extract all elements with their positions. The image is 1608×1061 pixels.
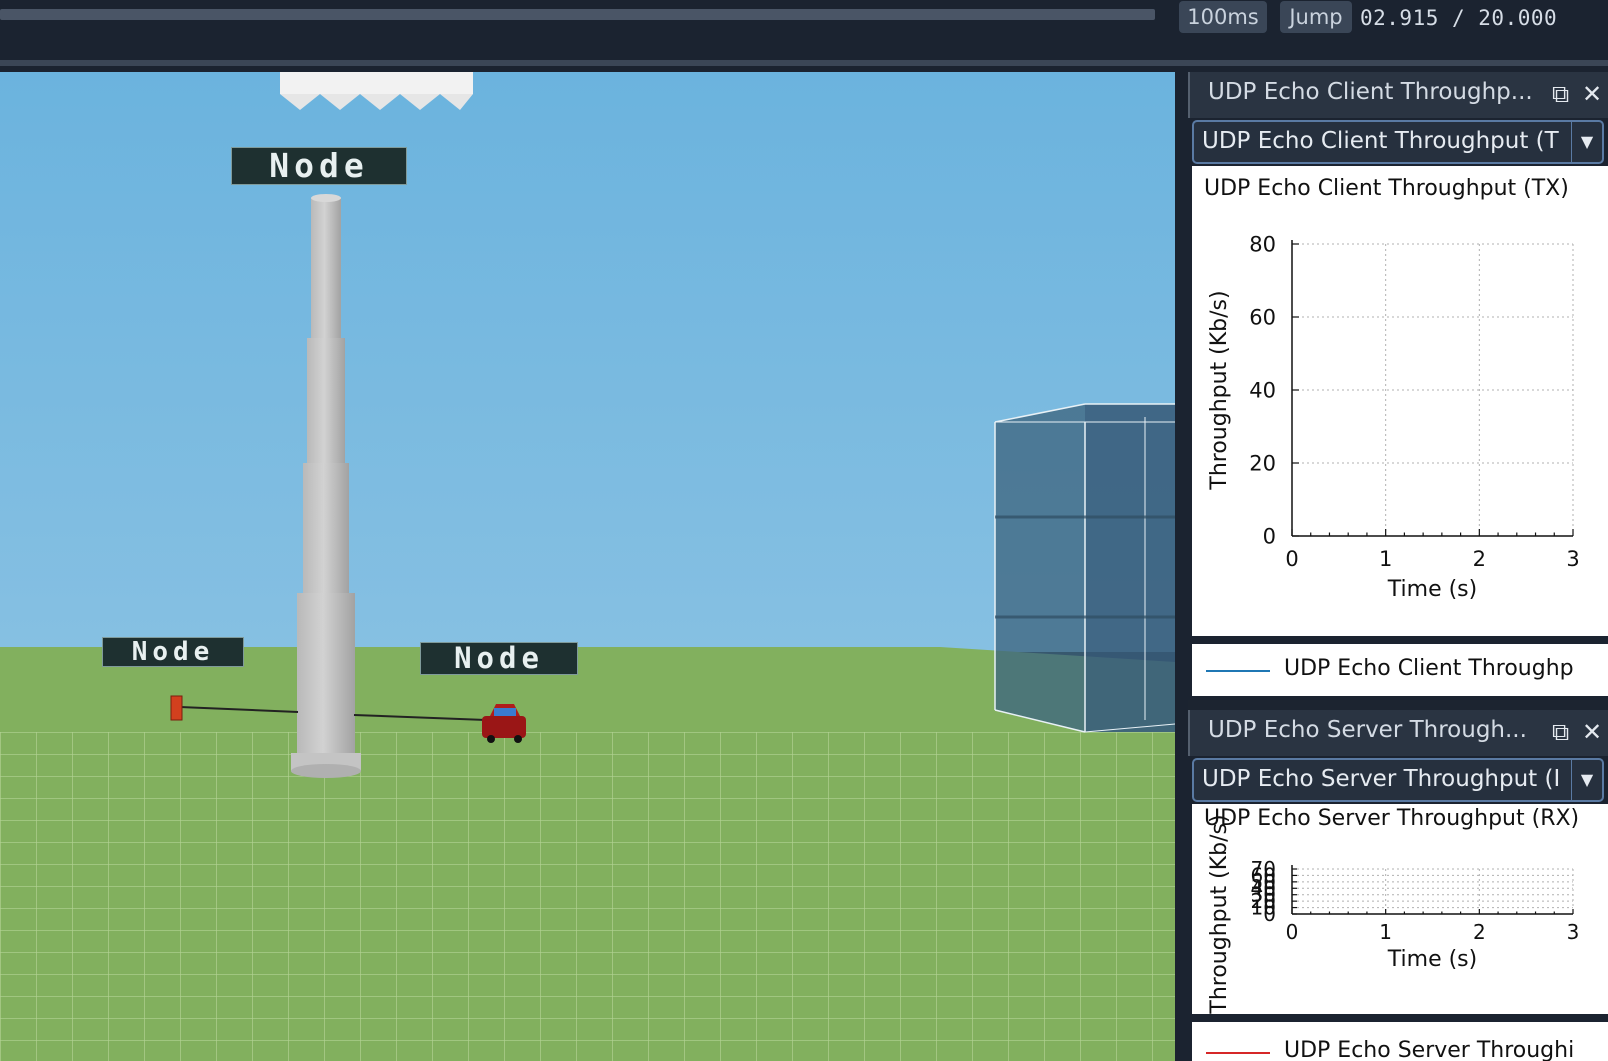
x-tick-label: 2	[1473, 920, 1486, 944]
building	[994, 403, 1175, 733]
dock-splitter[interactable]	[1175, 72, 1188, 1061]
legend-swatch	[1206, 670, 1270, 672]
y-tick-label: 0	[1263, 524, 1276, 548]
float-icon[interactable]: ⧉	[1552, 80, 1569, 108]
x-tick-label: 3	[1567, 920, 1580, 944]
x-axis-label: Time (s)	[1387, 577, 1477, 602]
scene-canvas[interactable]	[0, 72, 1175, 1061]
timeline-slider[interactable]	[0, 9, 1155, 20]
legend-label: UDP Echo Server Throughi	[1284, 1038, 1575, 1061]
legend-label: UDP Echo Client Throughp	[1284, 656, 1574, 681]
jump-button[interactable]: Jump	[1280, 1, 1352, 33]
panel-title: UDP Echo Server Through...	[1208, 717, 1527, 743]
x-tick-label: 0	[1286, 920, 1299, 944]
chevron-down-icon[interactable]: ▼	[1571, 122, 1602, 162]
close-icon[interactable]: ✕	[1582, 80, 1602, 108]
x-tick-label: 2	[1473, 547, 1486, 571]
x-tick-label: 3	[1566, 547, 1579, 571]
y-axis-label: Throughput (Kb/s)	[1207, 814, 1232, 1014]
y-tick-label: 20	[1249, 451, 1276, 475]
playback-toolbar: 100ms Jump 02.915 / 20.000	[0, 0, 1608, 72]
x-tick-label: 1	[1379, 920, 1392, 944]
toolbar-separator	[0, 60, 1608, 66]
y-axis-label: Throughput (Kb/s)	[1207, 290, 1232, 490]
throughput-chart: 0 1 2 3 0 20 40 60 80 Time (s) Throughput (Kb/s)	[1207, 232, 1580, 602]
server-throughput-panel: UDP Echo Server Through... ⧉ ✕ UDP Echo …	[1188, 710, 1608, 1061]
legend: UDP Echo Server Throughi	[1192, 1022, 1608, 1061]
legend: UDP Echo Client Throughp	[1192, 644, 1608, 696]
y-tick-label: 40	[1249, 378, 1276, 402]
plot-area: UDP Echo Client Throughput (TX) 0 1 2 3 0 20 4…	[1192, 166, 1608, 636]
throughput-chart: 0 1 2 3010203040506070Time (s)Throughput (K…	[1207, 814, 1580, 1014]
x-tick-label: 1	[1379, 547, 1392, 571]
float-icon[interactable]: ⧉	[1552, 718, 1569, 746]
series-selector[interactable]: UDP Echo Client Throughput (T ▼	[1192, 120, 1604, 164]
client-throughput-panel: UDP Echo Client Throughp... ⧉ ✕ UDP Echo…	[1188, 72, 1608, 700]
close-icon[interactable]: ✕	[1582, 718, 1602, 746]
y-tick-label: 80	[1249, 232, 1276, 256]
node-label-car: Node	[420, 642, 578, 675]
node-marker[interactable]	[170, 695, 183, 721]
step-100ms-button[interactable]: 100ms	[1179, 1, 1267, 33]
x-axis-label: Time (s)	[1387, 947, 1477, 972]
x-tick-label: 0	[1285, 547, 1298, 571]
simulation-time-readout: 02.915 / 20.000	[1360, 6, 1558, 30]
y-tick-label: 70	[1251, 857, 1276, 881]
panel-title-bar[interactable]: UDP Echo Client Throughp... ⧉ ✕	[1188, 72, 1608, 118]
series-selector-value: UDP Echo Server Throughput (I	[1202, 766, 1561, 792]
legend-swatch	[1206, 1052, 1270, 1054]
plot-area: UDP Echo Server Throughput (RX) 0 1 2 3 0 10 2…	[1192, 804, 1608, 1014]
panel-title: UDP Echo Client Throughp...	[1208, 79, 1533, 105]
series-selector-value: UDP Echo Client Throughput (T	[1202, 128, 1559, 154]
panel-title-bar[interactable]: UDP Echo Server Through... ⧉ ✕	[1188, 710, 1608, 756]
ground-grid	[0, 732, 1175, 1061]
node-label-tower: Node	[231, 147, 407, 185]
node-label-left: Node	[102, 637, 244, 667]
scene-viewport[interactable]: Node Node Node	[0, 72, 1175, 1061]
chevron-down-icon[interactable]: ▼	[1571, 760, 1602, 800]
y-tick-label: 60	[1249, 305, 1276, 329]
series-selector[interactable]: UDP Echo Server Throughput (I ▼	[1192, 758, 1604, 802]
